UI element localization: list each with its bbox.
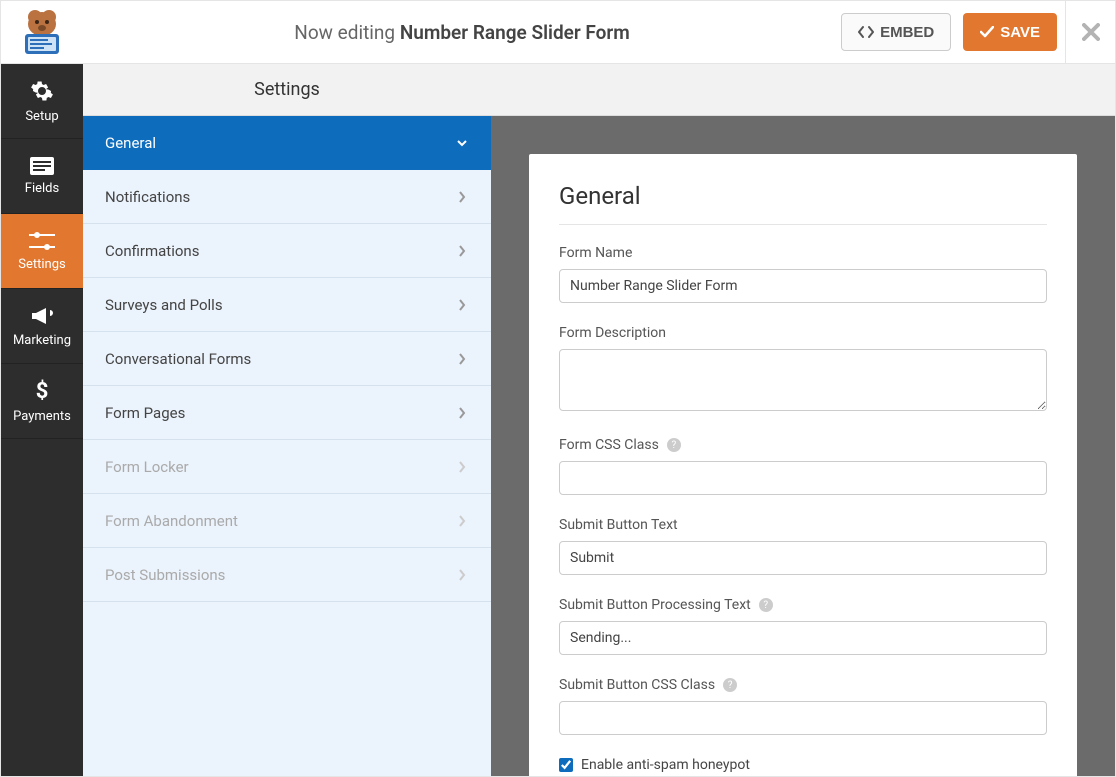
general-settings-card: General Form Name Form Description Form …	[529, 154, 1077, 776]
close-icon	[1082, 23, 1100, 41]
chevron-right-icon	[457, 191, 467, 203]
panel-general[interactable]: General	[83, 116, 491, 170]
canvas: General Form Name Form Description Form …	[491, 64, 1115, 776]
css-class-label: Form CSS Class	[559, 437, 659, 453]
form-name-label: Form Name	[559, 245, 1047, 261]
form-desc-input[interactable]	[559, 349, 1047, 411]
panel-confirmations[interactable]: Confirmations	[83, 224, 491, 278]
help-icon[interactable]: ?	[759, 598, 773, 612]
css-class-input[interactable]	[559, 461, 1047, 495]
embed-button[interactable]: EMBED	[841, 13, 951, 51]
chevron-right-icon	[457, 569, 467, 581]
save-button[interactable]: SAVE	[963, 13, 1057, 51]
nav-setup[interactable]: Setup	[1, 64, 83, 139]
panel-label: Surveys and Polls	[105, 296, 223, 314]
field-submit-text: Submit Button Text	[559, 517, 1047, 575]
dollar-icon: $	[34, 379, 50, 403]
panel-label: Form Pages	[105, 404, 185, 422]
fields-icon	[30, 157, 54, 175]
settings-panel-header: Settings	[83, 64, 491, 116]
section-title: General	[559, 182, 1047, 225]
nav-label: Settings	[18, 257, 65, 272]
panel-label: Form Locker	[105, 458, 189, 476]
field-css-class: Form CSS Class ?	[559, 437, 1047, 495]
field-honeypot: Enable anti-spam honeypot	[559, 757, 1047, 773]
megaphone-icon	[30, 305, 54, 327]
panel-post-submissions[interactable]: Post Submissions	[83, 548, 491, 602]
panel-form-abandonment[interactable]: Form Abandonment	[83, 494, 491, 548]
panel-label: Post Submissions	[105, 566, 225, 584]
field-submit-css: Submit Button CSS Class ?	[559, 677, 1047, 735]
sidebar-nav: Setup Fields Settings Marketing $ Paymen…	[1, 64, 83, 776]
svg-text:$: $	[36, 379, 49, 403]
panel-label: Conversational Forms	[105, 350, 251, 368]
form-desc-label: Form Description	[559, 325, 1047, 341]
nav-label: Payments	[13, 409, 71, 424]
nav-settings[interactable]: Settings	[1, 214, 83, 289]
form-title: Number Range Slider Form	[400, 21, 630, 44]
wpforms-logo-icon	[15, 10, 69, 54]
settings-panel: Settings General Notifications Confirmat…	[83, 64, 491, 776]
field-form-desc: Form Description	[559, 325, 1047, 415]
field-submit-proc: Submit Button Processing Text ?	[559, 597, 1047, 655]
code-icon	[858, 25, 874, 39]
submit-proc-input[interactable]	[559, 621, 1047, 655]
submit-text-label: Submit Button Text	[559, 517, 1047, 533]
nav-fields[interactable]: Fields	[1, 139, 83, 214]
chevron-down-icon	[457, 138, 467, 148]
panel-label: Form Abandonment	[105, 512, 238, 530]
panel-surveys[interactable]: Surveys and Polls	[83, 278, 491, 332]
chevron-right-icon	[457, 353, 467, 365]
embed-label: EMBED	[880, 24, 934, 41]
help-icon[interactable]: ?	[667, 438, 681, 452]
canvas-header-strip	[491, 64, 1115, 116]
panel-conversational[interactable]: Conversational Forms	[83, 332, 491, 386]
gear-icon	[30, 79, 54, 103]
topbar-actions: EMBED SAVE	[841, 13, 1065, 51]
submit-css-input[interactable]	[559, 701, 1047, 735]
nav-label: Setup	[25, 109, 58, 124]
nav-label: Marketing	[13, 333, 71, 348]
main: Setup Fields Settings Marketing $ Paymen…	[1, 64, 1115, 776]
submit-css-label: Submit Button CSS Class	[559, 677, 715, 693]
field-form-name: Form Name	[559, 245, 1047, 303]
nav-payments[interactable]: $ Payments	[1, 364, 83, 439]
check-icon	[980, 26, 994, 38]
panel-form-locker[interactable]: Form Locker	[83, 440, 491, 494]
form-name-input[interactable]	[559, 269, 1047, 303]
panel-label: Confirmations	[105, 242, 199, 260]
honeypot-checkbox[interactable]	[559, 758, 573, 772]
help-icon[interactable]: ?	[723, 678, 737, 692]
sliders-icon	[29, 231, 55, 251]
close-button[interactable]	[1065, 1, 1115, 64]
submit-text-input[interactable]	[559, 541, 1047, 575]
nav-label: Fields	[25, 181, 59, 196]
panel-form-pages[interactable]: Form Pages	[83, 386, 491, 440]
save-label: SAVE	[1000, 24, 1040, 41]
chevron-right-icon	[457, 299, 467, 311]
panel-notifications[interactable]: Notifications	[83, 170, 491, 224]
chevron-right-icon	[457, 407, 467, 419]
submit-proc-label: Submit Button Processing Text	[559, 597, 751, 613]
chevron-right-icon	[457, 245, 467, 257]
topbar: Now editing Number Range Slider Form EMB…	[1, 1, 1115, 64]
panel-label: Notifications	[105, 188, 190, 206]
nav-marketing[interactable]: Marketing	[1, 289, 83, 364]
chevron-right-icon	[457, 461, 467, 473]
editing-prefix: Now editing	[294, 21, 400, 44]
chevron-right-icon	[457, 515, 467, 527]
logo	[1, 1, 83, 64]
panel-label: General	[105, 134, 156, 152]
honeypot-label: Enable anti-spam honeypot	[581, 757, 750, 773]
page-title: Now editing Number Range Slider Form	[83, 21, 841, 44]
